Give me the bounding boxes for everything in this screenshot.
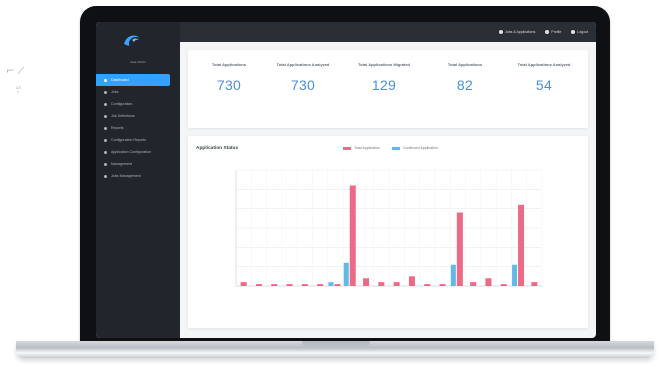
chart-bar-total-application <box>393 282 400 286</box>
reports-icon <box>104 126 107 130</box>
stat-applications: Total Applications 82 <box>432 62 498 92</box>
chart-bar-confirmed-application <box>343 262 349 286</box>
chart-bar-total-application <box>271 284 278 286</box>
sidebar-item-label: Jobs Management <box>111 174 141 178</box>
user-icon <box>499 30 503 34</box>
chart-bar-total-application <box>378 282 385 286</box>
sidebar-item-configuration-reports[interactable]: Configuration Reports <box>96 134 180 146</box>
stat-value: 730 <box>216 77 242 93</box>
stat-label: Total Applications Analyzed <box>276 62 330 67</box>
chart-bar-confirmed-application <box>450 264 456 286</box>
stat-value: 129 <box>371 77 397 93</box>
sidebar-item-dashboard[interactable]: Dashboard <box>96 74 170 86</box>
chart-bar-confirmed-application <box>328 282 334 286</box>
top-navigation: Jobs & Applications Profile Logout <box>180 22 596 42</box>
chart-bar-total-application <box>286 284 293 286</box>
report-icon <box>104 138 107 142</box>
stat-label: Total Applications Migrated <box>357 62 410 67</box>
sidebar-item-label: Reports <box>111 126 124 130</box>
laptop-base <box>16 341 654 358</box>
stat-applications-analyzed: Total Applications Analyzed 54 <box>506 62 582 92</box>
chart-bar-total-application <box>317 284 324 286</box>
sidebar-item-reports[interactable]: Reports <box>96 122 180 134</box>
management-icon <box>104 174 107 178</box>
stat-analyzed-applications: Total Applications Analyzed 730 <box>264 62 342 92</box>
chart-bar-total-application <box>531 282 538 286</box>
chart-bar-total-application <box>500 284 507 286</box>
stat-total-applications: Total Applications 730 <box>198 62 260 92</box>
sidebar-item-label: Configuration <box>111 102 133 106</box>
background-scribble: ⌐ ⟋ <box>6 66 25 77</box>
configuration-icon <box>104 102 107 106</box>
chart-bar-total-application <box>518 204 525 286</box>
laptop-notch <box>302 341 370 346</box>
product-mockup: ⌐ ⟋ ᵃ᷊ᶺ data CRAN Dashboard Jobs Configu… <box>0 0 670 374</box>
topbar-action-label: Logout <box>577 30 588 34</box>
chart-bar-total-application <box>301 284 308 286</box>
chart-bar-total-application <box>456 212 463 286</box>
stat-value: 82 <box>456 77 474 93</box>
settings-icon <box>104 150 107 154</box>
chart-bar-total-application <box>334 284 341 286</box>
sidebar-item-label: Job Definitions <box>111 114 135 118</box>
brand-logo-icon <box>124 35 140 46</box>
stat-value: 730 <box>290 77 316 93</box>
dashboard-screen: data CRAN Dashboard Jobs Configuration J… <box>96 22 596 338</box>
chart-bar-total-application <box>363 278 370 286</box>
profile-menu[interactable]: Profile <box>545 30 561 34</box>
chart-bar-total-application <box>255 284 262 286</box>
brand-name: data CRAN <box>130 60 146 64</box>
background-scribble: ᵃ᷊ᶺ <box>16 84 22 93</box>
sidebar-item-configuration[interactable]: Configuration <box>96 98 180 110</box>
dashboard-icon <box>104 78 107 82</box>
application-status-card: Application Status Total Application Con… <box>188 136 588 328</box>
summary-stats-card: Total Applications 730 Total Application… <box>188 50 588 128</box>
jobs-icon <box>104 90 107 94</box>
chart-bar-total-application <box>424 284 431 286</box>
chart-bar-total-application <box>470 282 477 286</box>
sidebar-item-label: Management <box>111 162 132 166</box>
sidebar-item-management[interactable]: Management <box>96 158 180 170</box>
chart-bar-total-application <box>240 282 247 286</box>
sidebar-item-job-definitions[interactable]: Job Definitions <box>96 110 180 122</box>
jobs-applications-menu[interactable]: Jobs & Applications <box>499 30 535 34</box>
logout-icon <box>571 30 576 34</box>
chart-bar-total-application <box>349 185 356 286</box>
sidebar-item-label: Application Configuration <box>111 150 151 154</box>
stat-label: Total Applications <box>447 62 483 67</box>
sidebar-menu: Dashboard Jobs Configuration Job Definit… <box>96 74 180 182</box>
sidebar-item-jobs-management[interactable]: Jobs Management <box>96 170 180 182</box>
chart-bar-confirmed-application <box>512 264 518 286</box>
sidebar: data CRAN Dashboard Jobs Configuration J… <box>96 22 180 338</box>
stat-migrated-applications: Total Applications Migrated 129 <box>342 62 426 92</box>
topbar-action-label: Jobs & Applications <box>505 30 536 34</box>
topbar-actions: Jobs & Applications Profile Logout <box>499 30 588 34</box>
sidebar-item-label: Dashboard <box>111 78 129 82</box>
sidebar-item-label: Jobs <box>111 90 119 94</box>
stat-label: Total Applications <box>211 62 247 67</box>
stat-label: Total Applications Analyzed <box>517 62 571 67</box>
sidebar-item-label: Configuration Reports <box>111 138 146 142</box>
chart-bar-total-application <box>439 284 446 286</box>
management-icon <box>104 162 107 166</box>
topbar-action-label: Profile <box>551 30 562 34</box>
chart-bar-total-application <box>485 278 492 286</box>
definitions-icon <box>104 114 107 118</box>
stat-value: 54 <box>535 77 553 93</box>
profile-icon <box>545 30 550 34</box>
sidebar-item-jobs[interactable]: Jobs <box>96 86 180 98</box>
logout-button[interactable]: Logout <box>571 30 588 34</box>
chart-bar-total-application <box>408 276 415 286</box>
application-status-chart <box>235 169 543 287</box>
sidebar-item-application-configuration[interactable]: Application Configuration <box>96 146 180 158</box>
